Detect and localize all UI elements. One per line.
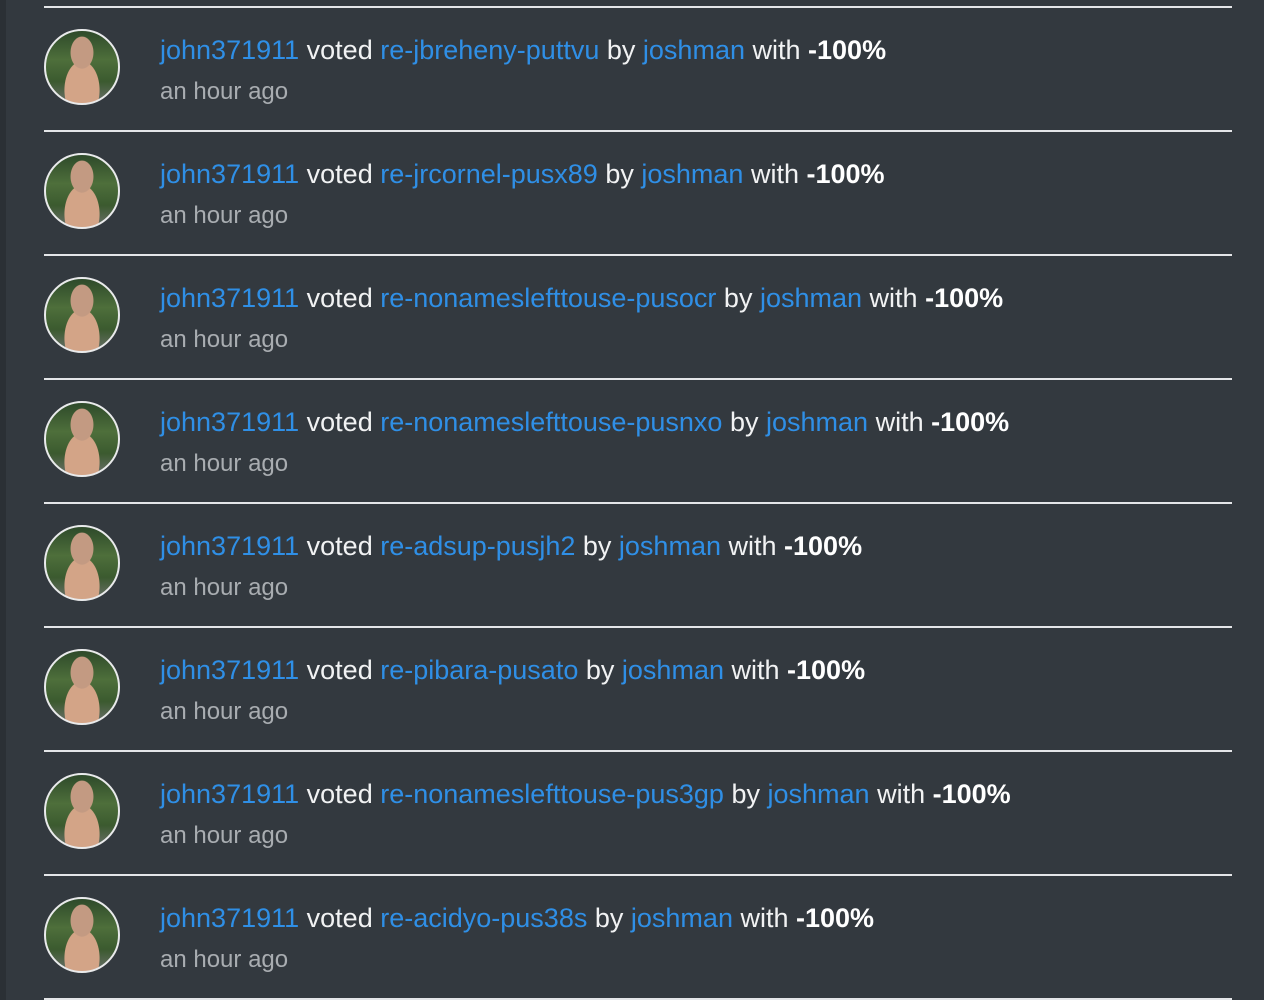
feed-item: john371911 voted re-jbreheny-puttvu by j… [44,8,1232,132]
timestamp: an hour ago [160,574,289,601]
avatar[interactable] [44,649,120,725]
author-link[interactable]: joshman [768,779,870,809]
verb-text: voted [306,35,373,65]
vote-summary: john371911 voted re-pibara-pusato by jos… [160,653,865,687]
timestamp: an hour ago [160,326,289,353]
with-text: with [869,283,918,313]
voter-link[interactable]: john371911 [160,655,299,685]
verb-text: voted [306,531,373,561]
post-link[interactable]: re-pibara-pusato [380,655,578,685]
vote-summary: john371911 voted re-nonameslefttouse-pus… [160,777,1011,811]
timestamp: an hour ago [160,946,289,973]
vote-weight: -100% [784,531,863,561]
feed-item: john371911 voted re-acidyo-pus38s by jos… [44,876,1232,1000]
with-text: with [875,407,924,437]
post-link[interactable]: re-acidyo-pus38s [380,903,587,933]
left-edge-bar [0,0,6,1000]
post-link[interactable]: re-jbreheny-puttvu [380,35,599,65]
vote-weight: -100% [806,159,885,189]
vote-summary: john371911 voted re-jrcornel-pusx89 by j… [160,157,885,191]
verb-text: voted [306,159,373,189]
author-link[interactable]: joshman [641,159,743,189]
avatar[interactable] [44,773,120,849]
vote-summary: john371911 voted re-jbreheny-puttvu by j… [160,33,886,67]
with-text: with [752,35,801,65]
timestamp: an hour ago [160,78,289,105]
author-link[interactable]: joshman [766,407,868,437]
voter-link[interactable]: john371911 [160,779,299,809]
voter-link[interactable]: john371911 [160,159,299,189]
by-text: by [594,903,624,933]
vote-weight: -100% [796,903,875,933]
vote-summary: john371911 voted re-nonameslefttouse-pus… [160,405,1009,439]
avatar[interactable] [44,401,120,477]
verb-text: voted [306,779,373,809]
feed-item: john371911 voted re-jrcornel-pusx89 by j… [44,132,1232,256]
timestamp: an hour ago [160,450,289,477]
verb-text: voted [306,283,373,313]
with-text: with [750,159,799,189]
vote-summary: john371911 voted re-nonameslefttouse-pus… [160,281,1003,315]
author-link[interactable]: joshman [631,903,733,933]
voter-link[interactable]: john371911 [160,407,299,437]
avatar[interactable] [44,277,120,353]
with-text: with [877,779,926,809]
timestamp: an hour ago [160,202,289,229]
by-text: by [731,779,760,809]
author-link[interactable]: joshman [643,35,745,65]
by-text: by [723,283,753,313]
vote-activity-feed: john371911 voted re-jbreheny-puttvu by j… [44,6,1232,1000]
avatar[interactable] [44,525,120,601]
feed-item: john371911 voted re-adsup-pusjh2 by josh… [44,504,1232,628]
post-link[interactable]: re-adsup-pusjh2 [380,531,575,561]
vote-weight: -100% [787,655,866,685]
with-text: with [740,903,789,933]
post-link[interactable]: re-nonameslefttouse-pusocr [380,283,716,313]
timestamp: an hour ago [160,822,289,849]
feed-item: john371911 voted re-nonameslefttouse-pus… [44,256,1232,380]
voter-link[interactable]: john371911 [160,903,299,933]
vote-weight: -100% [932,779,1011,809]
post-link[interactable]: re-jrcornel-pusx89 [380,159,598,189]
author-link[interactable]: joshman [619,531,721,561]
with-text: with [728,531,777,561]
voter-link[interactable]: john371911 [160,531,299,561]
feed-item: john371911 voted re-nonameslefttouse-pus… [44,380,1232,504]
vote-weight: -100% [931,407,1010,437]
vote-summary: john371911 voted re-adsup-pusjh2 by josh… [160,529,862,563]
vote-summary: john371911 voted re-acidyo-pus38s by jos… [160,901,874,935]
by-text: by [729,407,759,437]
feed-item: john371911 voted re-pibara-pusato by jos… [44,628,1232,752]
by-text: by [606,35,636,65]
author-link[interactable]: joshman [760,283,862,313]
by-text: by [585,655,615,685]
post-link[interactable]: re-nonameslefttouse-pusnxo [380,407,722,437]
voter-link[interactable]: john371911 [160,283,299,313]
avatar[interactable] [44,153,120,229]
verb-text: voted [306,903,373,933]
vote-weight: -100% [925,283,1004,313]
author-link[interactable]: joshman [622,655,724,685]
vote-weight: -100% [808,35,887,65]
with-text: with [731,655,780,685]
post-link[interactable]: re-nonameslefttouse-pus3gp [380,779,724,809]
avatar[interactable] [44,29,120,105]
verb-text: voted [306,655,373,685]
verb-text: voted [306,407,373,437]
avatar[interactable] [44,897,120,973]
voter-link[interactable]: john371911 [160,35,299,65]
feed-item: john371911 voted re-nonameslefttouse-pus… [44,752,1232,876]
by-text: by [605,159,634,189]
by-text: by [582,531,612,561]
timestamp: an hour ago [160,698,289,725]
